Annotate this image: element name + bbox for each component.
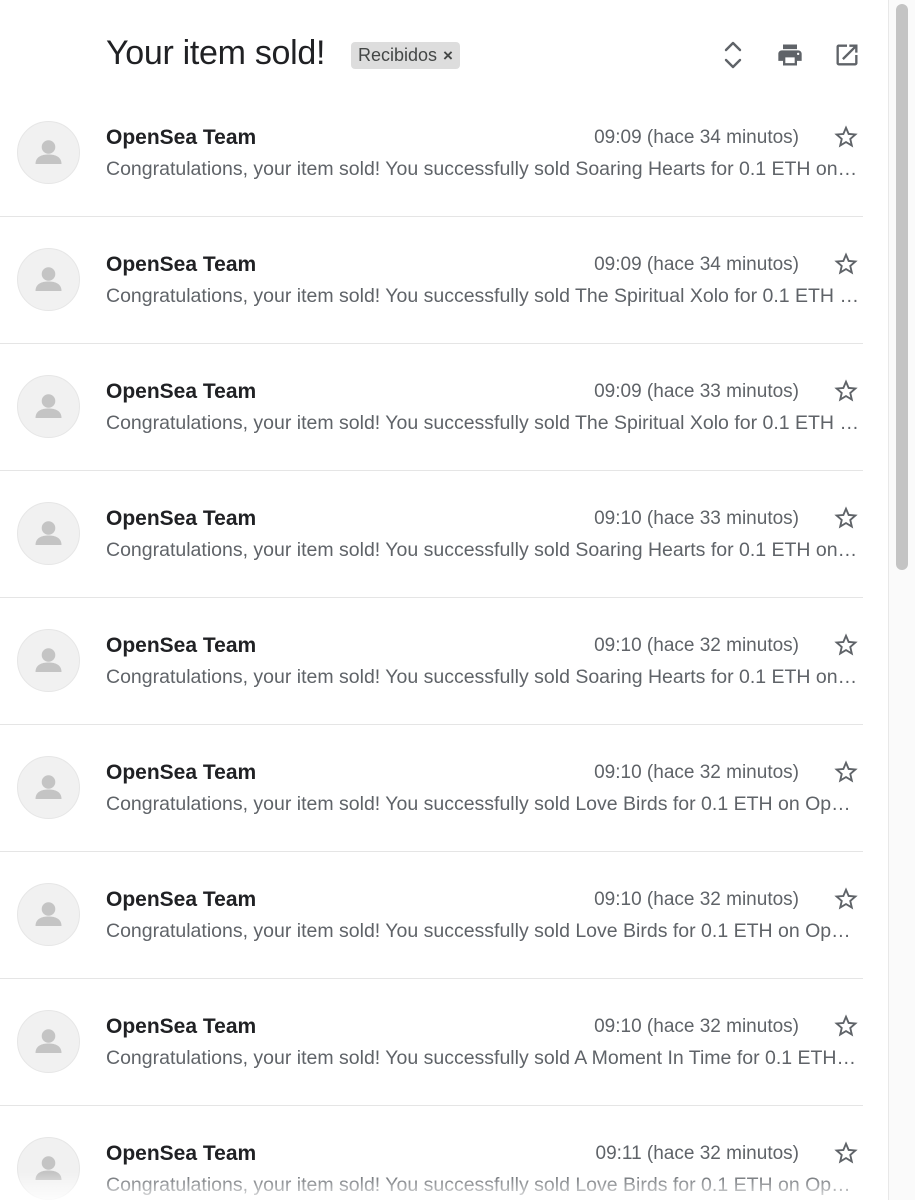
message-snippet: Congratulations, your item sold! You suc… (106, 1174, 861, 1196)
star-outline-icon (834, 760, 858, 783)
message-list: OpenSea Team 09:09 (hace 34 minutos) Con… (0, 90, 888, 1200)
star-outline-icon (834, 252, 858, 275)
message-row[interactable]: OpenSea Team 09:10 (hace 32 minutos) Con… (0, 852, 863, 979)
sender-avatar (17, 756, 80, 819)
sender-name: OpenSea Team (106, 126, 257, 149)
message-time: 09:10 (hace 32 minutos) (594, 1016, 799, 1037)
star-button[interactable] (831, 1138, 861, 1168)
person-icon (35, 1029, 62, 1053)
message-snippet: Congratulations, your item sold! You suc… (106, 412, 861, 434)
message-time: 09:10 (hace 32 minutos) (594, 762, 799, 783)
message-snippet: Congratulations, your item sold! You suc… (106, 793, 861, 815)
sender-avatar (17, 1010, 80, 1073)
person-icon (35, 140, 62, 164)
sender-avatar (17, 375, 80, 438)
star-button[interactable] (831, 122, 861, 152)
message-snippet: Congratulations, your item sold! You suc… (106, 158, 861, 180)
sender-avatar (17, 121, 80, 184)
sender-name: OpenSea Team (106, 1015, 257, 1038)
sender-avatar (17, 502, 80, 565)
remove-label-icon[interactable]: × (443, 47, 453, 64)
person-icon (35, 775, 62, 799)
person-icon (35, 267, 62, 291)
open-in-new-window-button[interactable] (832, 40, 862, 70)
person-icon (35, 648, 62, 672)
sender-name: OpenSea Team (106, 380, 257, 403)
person-icon (35, 394, 62, 418)
message-snippet: Congratulations, your item sold! You suc… (106, 666, 861, 688)
thread-subject: Your item sold! (106, 34, 326, 72)
scrollbar-thumb[interactable] (896, 4, 908, 570)
message-time: 09:09 (hace 34 minutos) (594, 127, 799, 148)
sender-name: OpenSea Team (106, 1142, 257, 1165)
star-button[interactable] (831, 1011, 861, 1041)
person-icon (35, 1156, 62, 1180)
message-time: 09:10 (hace 33 minutos) (594, 508, 799, 529)
message-time: 09:11 (hace 32 minutos) (595, 1143, 800, 1164)
unfold-icon (724, 41, 742, 69)
star-outline-icon (834, 506, 858, 529)
message-row[interactable]: OpenSea Team 09:10 (hace 32 minutos) Con… (0, 979, 863, 1106)
sender-avatar (17, 629, 80, 692)
message-row[interactable]: OpenSea Team 09:10 (hace 32 minutos) Con… (0, 725, 863, 852)
message-row[interactable]: OpenSea Team 09:09 (hace 34 minutos) Con… (0, 217, 863, 344)
message-row[interactable]: OpenSea Team 09:09 (hace 34 minutos) Con… (0, 90, 863, 217)
star-button[interactable] (831, 503, 861, 533)
star-button[interactable] (831, 757, 861, 787)
label-chip-text: Recibidos (358, 45, 438, 65)
message-row[interactable]: OpenSea Team 09:10 (hace 32 minutos) Con… (0, 598, 863, 725)
open-in-new-icon (836, 44, 858, 66)
star-button[interactable] (831, 630, 861, 660)
star-button[interactable] (831, 884, 861, 914)
message-time: 09:10 (hace 32 minutos) (594, 635, 799, 656)
message-row[interactable]: OpenSea Team 09:10 (hace 33 minutos) Con… (0, 471, 863, 598)
message-row[interactable]: OpenSea Team 09:11 (hace 32 minutos) Con… (0, 1106, 863, 1200)
message-row[interactable]: OpenSea Team 09:09 (hace 33 minutos) Con… (0, 344, 863, 471)
person-icon (35, 902, 62, 926)
sender-name: OpenSea Team (106, 634, 257, 657)
sender-name: OpenSea Team (106, 253, 257, 276)
print-all-button[interactable] (775, 40, 805, 70)
sender-name: OpenSea Team (106, 507, 257, 530)
message-time: 09:09 (hace 33 minutos) (594, 381, 799, 402)
person-icon (35, 521, 62, 545)
label-chip-recibidos[interactable]: Recibidos × (351, 42, 460, 69)
star-outline-icon (834, 125, 858, 148)
star-outline-icon (834, 379, 858, 402)
print-icon (778, 44, 802, 66)
star-outline-icon (834, 887, 858, 910)
message-time: 09:10 (hace 32 minutos) (594, 889, 799, 910)
message-time: 09:09 (hace 34 minutos) (594, 254, 799, 275)
sender-avatar (17, 883, 80, 946)
message-snippet: Congratulations, your item sold! You suc… (106, 920, 861, 942)
star-button[interactable] (831, 376, 861, 406)
star-outline-icon (834, 1014, 858, 1037)
sender-name: OpenSea Team (106, 761, 257, 784)
expand-all-button[interactable] (718, 40, 748, 70)
message-snippet: Congratulations, your item sold! You suc… (106, 1047, 861, 1069)
scrollbar-track[interactable] (888, 0, 915, 1200)
star-outline-icon (834, 1141, 858, 1164)
star-outline-icon (834, 633, 858, 656)
star-button[interactable] (831, 249, 861, 279)
message-snippet: Congratulations, your item sold! You suc… (106, 285, 861, 307)
sender-name: OpenSea Team (106, 888, 257, 911)
sender-avatar (17, 1137, 80, 1200)
sender-avatar (17, 248, 80, 311)
email-thread-view: Your item sold! Recibidos × OpenSea Team… (0, 0, 915, 1200)
message-snippet: Congratulations, your item sold! You suc… (106, 539, 861, 561)
